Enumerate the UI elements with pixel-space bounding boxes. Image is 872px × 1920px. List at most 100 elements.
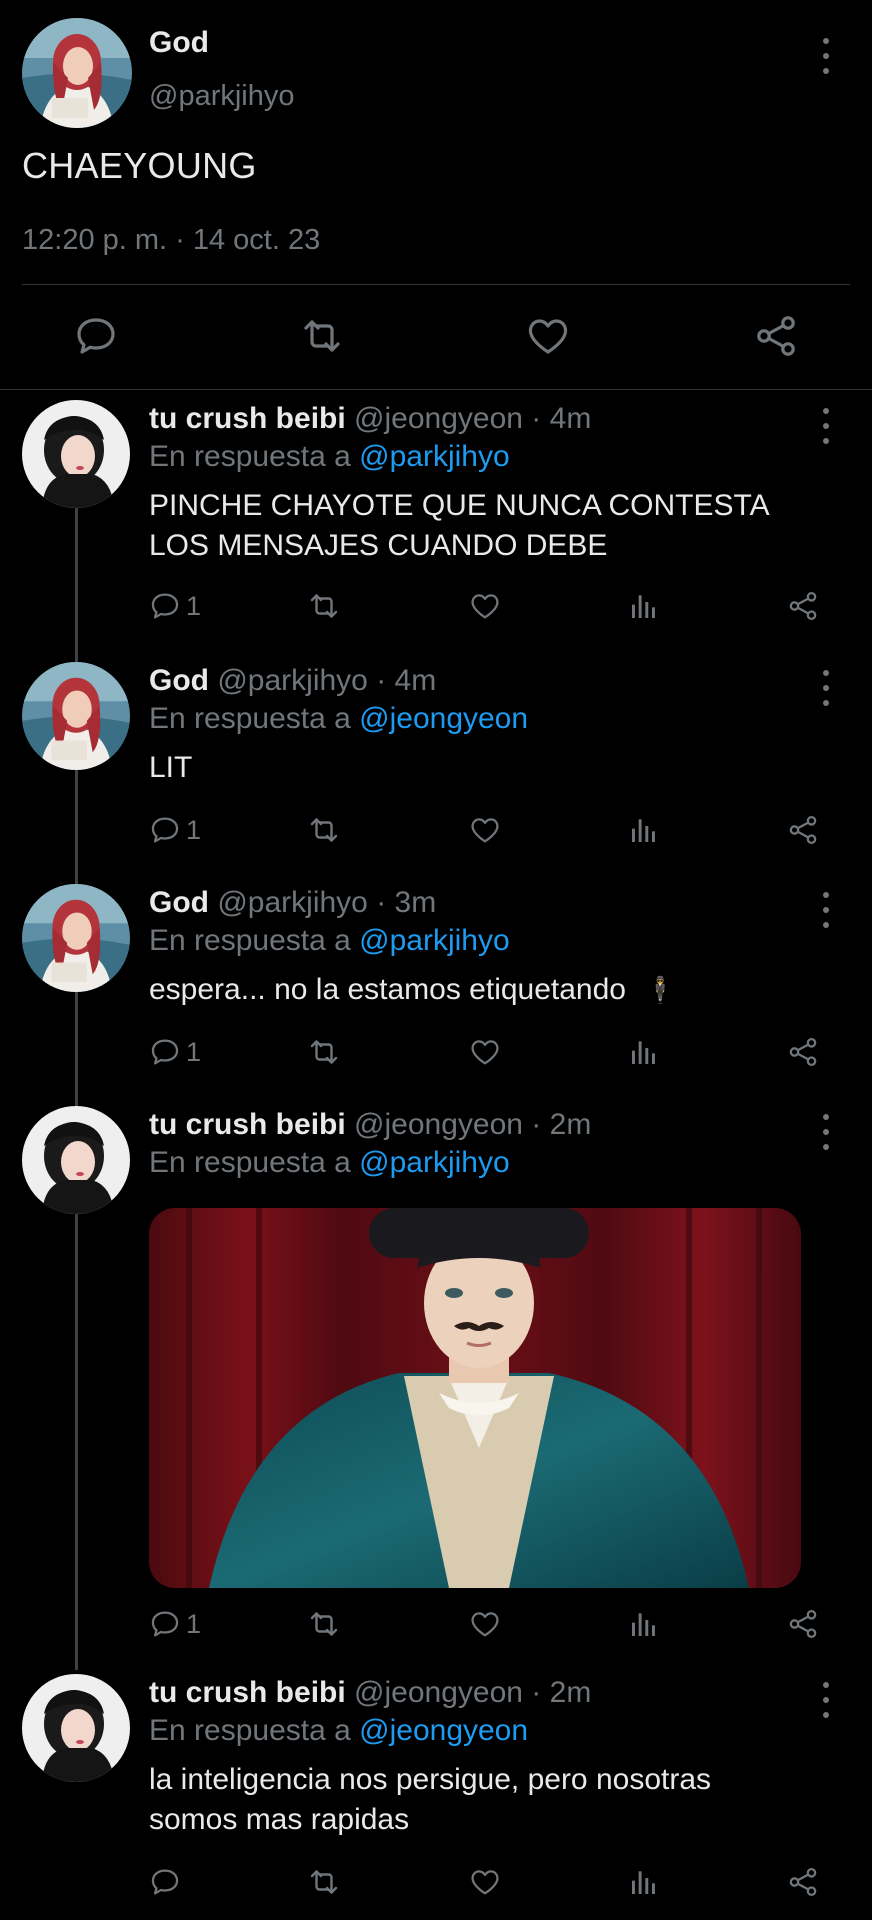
like-icon[interactable] [524,312,572,360]
reply-button[interactable] [148,1862,186,1902]
tweet-media-image[interactable] [149,1208,801,1588]
like-icon[interactable] [468,1604,502,1644]
avatar[interactable] [22,1674,130,1782]
share-icon[interactable] [786,1862,820,1902]
replying-label: En respuesta a [149,924,351,957]
author-handle[interactable]: @jeongyeon [354,402,523,435]
like-icon[interactable] [468,1032,502,1072]
reply-button[interactable]: 1 [148,810,201,850]
reply-action-bar: 1 [0,810,872,854]
share-icon[interactable] [752,312,800,360]
analytics-icon[interactable] [628,1032,660,1072]
analytics-icon[interactable] [628,1604,660,1644]
retweet-icon[interactable] [306,1032,342,1072]
author-name[interactable]: God [149,886,209,919]
reply-header: God @parkjihyo · 4m [149,664,436,698]
like-icon[interactable] [468,810,502,850]
mention-link[interactable]: @jeongyeon [359,702,528,735]
analytics-icon[interactable] [628,586,660,626]
more-options-icon[interactable] [821,38,831,74]
reply-header: God @parkjihyo · 3m [149,886,436,920]
author-name[interactable]: God [149,664,209,697]
more-options-icon[interactable] [821,1682,831,1718]
reply-tweet[interactable]: God @parkjihyo · 3m En respuesta a @park… [0,874,872,1096]
reply-text: espera... no la estamos etiquetando 🕴 [149,970,677,1010]
mention-link[interactable]: @parkjihyo [359,924,510,957]
more-options-icon[interactable] [821,408,831,444]
share-icon[interactable] [786,1032,820,1072]
author-handle[interactable]: @parkjihyo [217,886,368,919]
reply-tweet[interactable]: tu crush beibi @jeongyeon · 4m En respue… [0,390,872,652]
retweet-icon[interactable] [306,586,342,626]
avatar[interactable] [22,884,130,992]
text-line: somos mas rapidas [149,1803,410,1836]
reply-count: 1 [186,1608,202,1639]
author-handle[interactable]: @jeongyeon [354,1108,523,1141]
separator: · [531,1676,542,1709]
share-icon[interactable] [786,586,820,626]
avatar[interactable] [22,662,130,770]
avatar[interactable] [22,18,132,128]
share-icon[interactable] [786,1604,820,1644]
analytics-icon[interactable] [628,1862,660,1902]
share-icon[interactable] [786,810,820,850]
tweet-timestamp: 12:20 p. m. · 14 oct. 23 [22,224,321,256]
reply-action-bar: 1 [0,1032,872,1076]
reply-count: 1 [186,1036,202,1067]
mention-link[interactable]: @parkjihyo [359,440,510,473]
author-handle[interactable]: @jeongyeon [354,1676,523,1709]
mention-link[interactable]: @parkjihyo [359,1146,510,1179]
thread-line [75,770,78,888]
replying-to: En respuesta a @jeongyeon [149,702,528,736]
reply-tweet[interactable]: God @parkjihyo · 4m En respuesta a @jeon… [0,652,872,874]
replying-label: En respuesta a [149,702,351,735]
author-handle[interactable]: @parkjihyo [217,664,368,697]
reply-button[interactable]: 1 [148,586,201,626]
like-icon[interactable] [468,1862,502,1902]
reply-time: 2m [549,1676,592,1709]
retweet-icon[interactable] [298,312,346,360]
reply-text: la inteligencia nos persigue, pero nosot… [149,1760,711,1840]
avatar[interactable] [22,1106,130,1214]
mention-link[interactable]: @jeongyeon [359,1714,528,1747]
author-handle[interactable]: @parkjihyo [149,80,295,113]
retweet-icon[interactable] [306,810,342,850]
avatar[interactable] [22,400,130,508]
more-options-icon[interactable] [821,1114,831,1150]
reply-header: tu crush beibi @jeongyeon · 2m [149,1676,591,1710]
more-options-icon[interactable] [821,670,831,706]
reply-text: LIT [149,748,192,788]
author-name[interactable]: tu crush beibi [149,402,346,435]
author-name[interactable]: tu crush beibi [149,1108,346,1141]
thread-line [75,992,78,1110]
reply-action-bar: 1 [0,1604,872,1648]
retweet-icon[interactable] [306,1862,342,1902]
more-options-icon[interactable] [821,892,831,928]
reply-icon[interactable] [72,312,120,360]
thread-line [75,508,78,666]
like-icon[interactable] [468,586,502,626]
text-line: LIT [149,751,193,784]
separator: · [531,1108,542,1141]
tweet-thread-page: God @parkjihyo CHAEYOUNG 12:20 p. m. · 1… [0,0,872,1920]
reply-time: 4m [394,664,437,697]
reply-tweet[interactable]: tu crush beibi @jeongyeon · 2m En respue… [0,1664,872,1920]
reply-button[interactable]: 1 [148,1032,201,1072]
separator: · [376,664,387,697]
analytics-icon[interactable] [628,810,660,850]
replying-to: En respuesta a @parkjihyo [149,924,510,958]
main-tweet: God @parkjihyo CHAEYOUNG 12:20 p. m. · 1… [0,0,872,390]
text-line: LOS MENSAJES CUANDO DEBE [149,529,608,562]
replying-label: En respuesta a [149,440,351,473]
retweet-icon[interactable] [306,1604,342,1644]
author-name[interactable]: God [149,26,209,60]
reply-time: 3m [394,886,437,919]
text-line: espera... no la estamos etiquetando [149,973,626,1006]
reply-button[interactable]: 1 [148,1604,201,1644]
author-name[interactable]: tu crush beibi [149,1676,346,1709]
replying-label: En respuesta a [149,1146,351,1179]
reply-action-bar [0,1862,872,1906]
separator: · [531,402,542,435]
tweet-text: CHAEYOUNG [22,145,257,186]
divider [22,284,850,285]
